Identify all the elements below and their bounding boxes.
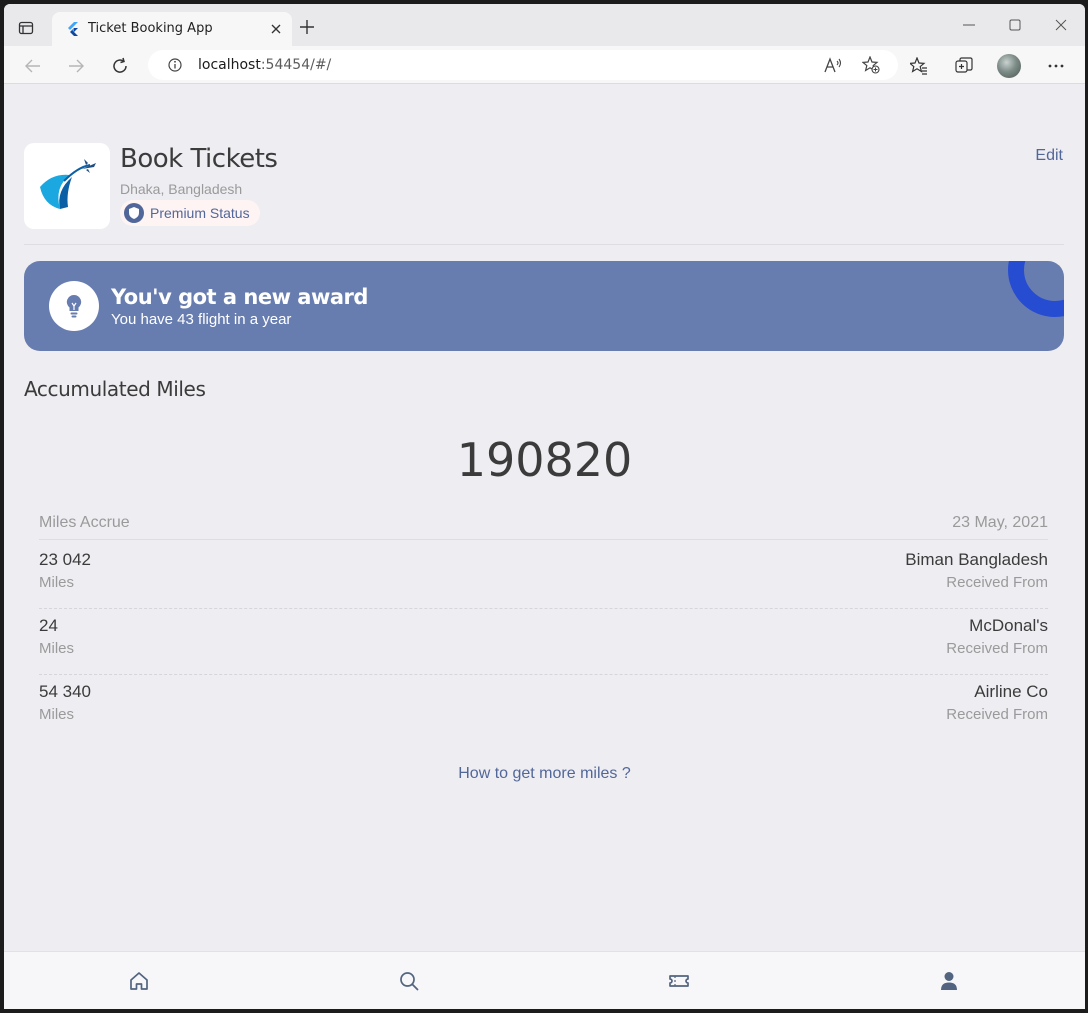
ticket-icon[interactable]	[668, 970, 690, 992]
miles-source: Airline Co	[974, 682, 1048, 701]
miles-header: Miles Accrue 23 May, 2021	[39, 510, 1048, 540]
shield-icon	[124, 203, 144, 223]
miles-caption: Received From	[946, 640, 1048, 657]
list-item: 23 042 Miles Biman Bangladesh Received F…	[39, 550, 1048, 616]
miles-source: McDonal's	[969, 616, 1048, 635]
minimize-icon[interactable]	[962, 18, 976, 32]
more-miles-link[interactable]: How to get more miles ?	[4, 765, 1085, 783]
miles-total: 190820	[456, 433, 633, 487]
tab-title: Ticket Booking App	[88, 21, 213, 36]
list-item: 54 340 Miles Airline Co Received From	[39, 674, 1048, 748]
miles-unit: Miles	[39, 640, 75, 657]
miles-list: 23 042 Miles Biman Bangladesh Received F…	[39, 550, 1048, 748]
award-subtitle: You have 43 flight in a year	[111, 311, 292, 328]
miles-caption: Received From	[946, 574, 1048, 591]
person-icon[interactable]	[938, 970, 960, 992]
home-icon[interactable]	[128, 970, 150, 992]
browser-toolbar: localhost:54454/#/	[4, 46, 1085, 84]
header-divider	[24, 244, 1064, 245]
search-icon[interactable]	[398, 970, 420, 992]
miles-amount: 23 042	[39, 550, 91, 569]
flutter-icon	[68, 22, 78, 36]
favorites-icon[interactable]	[910, 57, 928, 75]
premium-status-badge: Premium Status	[120, 200, 260, 226]
back-arrow-icon[interactable]	[24, 57, 42, 75]
award-title: You'v got a new award	[111, 285, 368, 309]
miles-unit: Miles	[39, 706, 75, 723]
maximize-icon[interactable]	[1008, 18, 1022, 32]
miles-source: Biman Bangladesh	[905, 550, 1048, 569]
profile-location: Dhaka, Bangladesh	[120, 181, 243, 197]
read-aloud-icon[interactable]	[824, 57, 842, 73]
profile-screen: Book Tickets Dhaka, Bangladesh Premium S…	[4, 84, 1085, 951]
close-icon[interactable]	[270, 23, 282, 35]
award-card: You'v got a new award You have 43 flight…	[24, 261, 1064, 351]
miles-header-date: 23 May, 2021	[952, 514, 1048, 531]
window-close-icon[interactable]	[1054, 18, 1068, 32]
miles-amount: 54 340	[39, 682, 91, 701]
collections-icon[interactable]	[955, 57, 973, 75]
url-host: localhost	[198, 57, 261, 73]
bottom-navigation	[4, 951, 1085, 1009]
miles-header-label: Miles Accrue	[39, 514, 130, 531]
edit-button[interactable]: Edit	[1035, 147, 1063, 165]
miles-caption: Received From	[946, 706, 1048, 723]
address-bar[interactable]: localhost:54454/#/	[148, 50, 898, 80]
forward-arrow-icon[interactable]	[67, 57, 85, 75]
add-favorite-icon[interactable]	[862, 56, 880, 74]
award-icon-badge	[49, 281, 99, 331]
profile-avatar[interactable]	[997, 54, 1021, 78]
premium-status-label: Premium Status	[150, 205, 250, 221]
section-title: Accumulated Miles	[24, 377, 206, 401]
tab-strip: Ticket Booking App	[4, 4, 1085, 46]
more-miles-link-label[interactable]: How to get more miles ?	[458, 765, 631, 782]
miles-amount: 24	[39, 616, 58, 635]
app-logo	[24, 143, 110, 229]
more-options-icon[interactable]	[1047, 57, 1065, 75]
plus-icon[interactable]	[300, 20, 314, 34]
list-item: 24 Miles McDonal's Received From	[39, 608, 1048, 682]
info-icon[interactable]	[168, 58, 182, 72]
decorative-ring	[1008, 261, 1064, 317]
browser-window: Ticket Booking App localhost:54454/#/ Bo…	[4, 4, 1085, 1009]
lightbulb-icon	[66, 294, 82, 318]
airplane-logo-icon	[40, 159, 96, 209]
reload-icon[interactable]	[111, 57, 129, 75]
miles-unit: Miles	[39, 574, 75, 591]
tab-actions-icon[interactable]	[18, 20, 34, 36]
profile-name: Book Tickets	[120, 144, 278, 174]
url-text[interactable]: localhost:54454/#/	[198, 57, 331, 73]
browser-tab[interactable]: Ticket Booking App	[52, 12, 292, 46]
url-path: :54454/#/	[260, 57, 332, 73]
